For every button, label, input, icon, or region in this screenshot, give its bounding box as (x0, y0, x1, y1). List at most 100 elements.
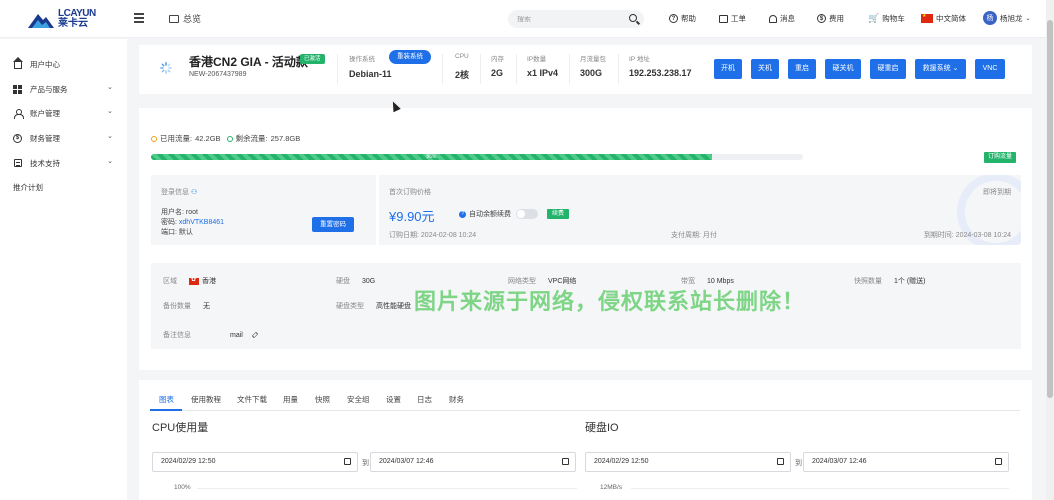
language-switch[interactable]: 中文简体 (921, 13, 966, 24)
search-input[interactable] (517, 15, 621, 23)
memory-value: 2G (491, 68, 504, 78)
tab-finance[interactable]: 财务 (449, 394, 464, 405)
traffic-progress-text: 86% (426, 154, 437, 160)
nav-billing-label: 费用 (829, 14, 844, 23)
auto-renew-toggle[interactable] (516, 209, 538, 219)
ip-count-value: x1 IPv4 (527, 68, 559, 78)
dollar-icon: $ (13, 133, 22, 143)
snapshot-label: 快照数量 (854, 278, 882, 285)
search-icon[interactable] (629, 14, 637, 22)
page-scrollbar[interactable] (1046, 0, 1054, 500)
chevron-down-icon: ⌄ (107, 108, 113, 115)
tab-settings[interactable]: 设置 (386, 394, 401, 405)
backup-label: 备份数量 (163, 303, 191, 310)
order-traffic-button[interactable]: 订购流量 (984, 152, 1017, 163)
nav-billing[interactable]: $ 费用 (817, 13, 844, 24)
password-row: 密码: xdhVTKB8461 (161, 217, 224, 227)
os-value: Debian-11 (349, 69, 392, 79)
sidebar-item-account[interactable]: 账户管理 ⌄ (13, 106, 115, 120)
sidebar-item-referral[interactable]: 推介计划 (13, 180, 115, 194)
detail-tabs-card: 图表 使用教程 文件下载 用量 快照 安全组 设置 日志 财务 CPU使用量 2… (139, 380, 1032, 500)
reboot-button[interactable]: 重启 (788, 59, 816, 79)
power-on-button[interactable]: 开机 (714, 59, 742, 79)
tab-snapshots[interactable]: 快照 (315, 394, 330, 405)
sidebar-item-label: 推介计划 (13, 182, 43, 192)
nav-ticket[interactable]: 工单 (719, 13, 746, 24)
tab-charts[interactable]: 图表 (159, 394, 174, 405)
nav-cart-label: 购物车 (882, 14, 905, 23)
calendar-icon[interactable] (344, 458, 351, 465)
server-id: NEW-2067437989 (189, 71, 247, 78)
cpu-end-date-input[interactable]: 2024/03/07 12:46 (370, 452, 576, 472)
sidebar-item-finance[interactable]: $ 财务管理 ⌄ (13, 131, 115, 145)
overview-link[interactable]: 总览 (169, 12, 201, 25)
port-row: 端口: 默认 (161, 227, 193, 237)
grid-icon (13, 84, 22, 94)
status-badge: 已激活 (300, 54, 325, 64)
language-label: 中文简体 (936, 14, 966, 23)
tab-logs[interactable]: 日志 (417, 394, 432, 405)
calendar-icon[interactable] (995, 458, 1002, 465)
ticket-icon (719, 14, 728, 23)
disk-end-date-value: 2024/03/07 12:46 (812, 458, 867, 465)
disk-y-axis-top-label: 12MB/s (600, 484, 623, 491)
reinstall-button[interactable]: 重装系统 (389, 50, 431, 64)
calendar-icon[interactable] (777, 458, 784, 465)
billing-panel: 首次订购价格 ¥9.90元 ? 自动余额续费 续费 即将到期 订购日期: 202… (379, 175, 1021, 245)
power-off-button[interactable]: 关机 (751, 59, 779, 79)
sidebar-item-support[interactable]: 技术支持 ⌄ (13, 156, 115, 170)
scrollbar-thumb[interactable] (1047, 20, 1053, 398)
order-date: 订购日期: 2024-02-08 10:24 (389, 230, 476, 240)
hard-power-off-button[interactable]: 硬关机 (825, 59, 861, 79)
used-traffic-value: 42.2GB (195, 134, 221, 143)
sidebar-item-label: 账户管理 (30, 108, 60, 118)
cpu-value: 2核 (455, 70, 470, 80)
payment-cycle-label: 支付周期: (671, 232, 701, 239)
nav-messages[interactable]: 消息 (769, 13, 795, 24)
disk-end-date-input[interactable]: 2024/03/07 12:46 (803, 452, 1009, 472)
password-value[interactable]: xdhVTKB8461 (179, 219, 224, 226)
port-value: 默认 (178, 229, 193, 236)
sidebar-item-user-center[interactable]: 用户中心 (12, 56, 115, 71)
top-bar: LCAYUN 莱卡云 总览 ? 帮助 工单 消息 $ 费用 🛒 购物车 中文简体… (0, 0, 1046, 38)
vnc-button[interactable]: VNC (975, 59, 1005, 79)
traffic-legend: 已用流量: 42.2GB 剩余流量: 257.8GB (151, 133, 300, 144)
note-value: mail (230, 331, 243, 339)
snapshot-value: 1个 (赠送) (894, 278, 926, 285)
order-date-value: 2024-02-08 10:24 (420, 232, 477, 239)
login-info-panel: 登录信息 ⚇ 用户名: root 密码: xdhVTKB8461 端口: 默认 … (151, 175, 376, 245)
nav-help[interactable]: ? 帮助 (669, 13, 696, 24)
disk-gridline (631, 488, 1009, 489)
login-info-title-text: 登录信息 (161, 189, 189, 196)
sidebar-item-label: 技术支持 (30, 158, 60, 168)
tab-security-group[interactable]: 安全组 (347, 394, 370, 405)
renew-button[interactable]: 续费 (547, 209, 570, 219)
calendar-icon[interactable] (562, 458, 569, 465)
disk-type-row: 硬盘类型 高性能硬盘 (336, 301, 411, 311)
expire-date: 到期时间: 2024-03-08 10:24 (924, 230, 1011, 240)
tab-tutorial[interactable]: 使用教程 (191, 394, 221, 405)
backup-row: 备份数量 无 (163, 301, 210, 311)
tab-downloads[interactable]: 文件下载 (237, 394, 267, 405)
cpu-start-date-input[interactable]: 2024/02/29 12:50 (152, 452, 358, 472)
region-label: 区域 (163, 278, 177, 285)
question-icon[interactable]: ? (459, 210, 466, 218)
rescue-system-button[interactable]: 救援系统 ⌄ (915, 59, 966, 79)
backup-value: 无 (203, 303, 210, 310)
user-menu[interactable]: 杨 杨旭龙 ⌄ (983, 11, 1031, 25)
chevron-down-icon: ⌄ (952, 65, 959, 72)
nav-messages-label: 消息 (780, 14, 795, 23)
nav-cart[interactable]: 🛒 购物车 (868, 13, 905, 24)
ip-address-value: 192.253.238.17 (629, 68, 692, 78)
brand-logo[interactable]: LCAYUN 莱卡云 (26, 8, 102, 30)
menu-toggle-icon[interactable] (134, 13, 144, 23)
tab-usage[interactable]: 用量 (283, 394, 298, 405)
sidebar-item-products[interactable]: 产品与服务 ⌄ (13, 82, 115, 96)
reset-password-button[interactable]: 重置密码 (312, 217, 354, 232)
edit-icon[interactable] (251, 331, 259, 339)
ip-address-label: IP 地址 (629, 56, 650, 63)
home-icon (12, 56, 23, 69)
disk-type-value: 高性能硬盘 (376, 303, 411, 310)
disk-start-date-input[interactable]: 2024/02/29 12:50 (585, 452, 791, 472)
hard-reboot-button[interactable]: 硬重启 (870, 59, 906, 79)
